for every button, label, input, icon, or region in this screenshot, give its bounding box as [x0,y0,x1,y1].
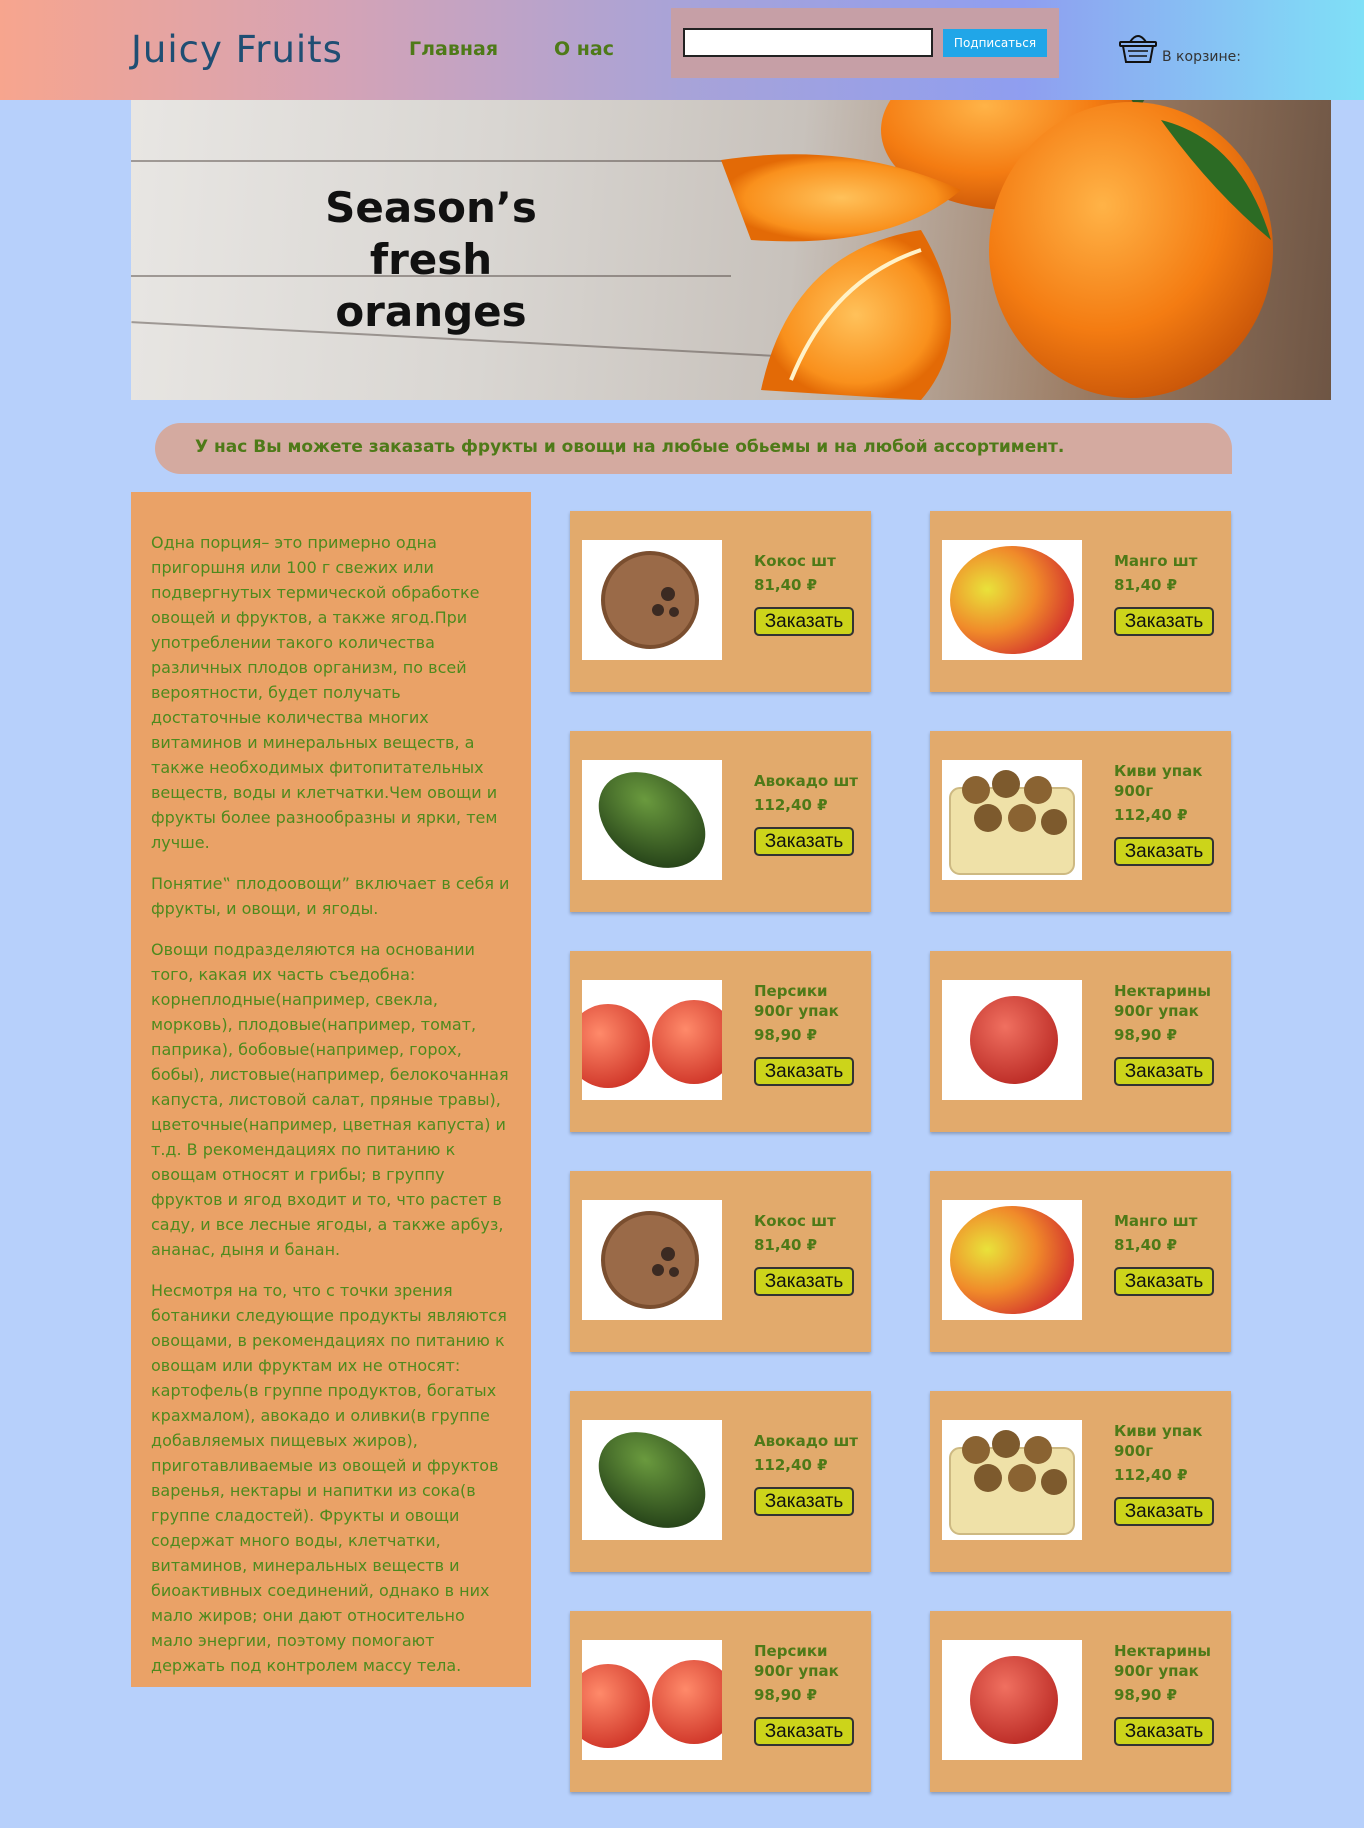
order-button[interactable]: Заказать [754,607,854,636]
peaches-icon [582,1000,722,1088]
product-price: 112,40 ₽ [1114,806,1188,824]
kiwi-icon [949,1430,1075,1535]
product-name: Нектарины 900г упак [1114,982,1211,1020]
hero-banner: Season’s fresh oranges [131,100,1331,400]
product-name: Персики 900г упак [754,1642,839,1680]
product-card: Манго шт 81,40 ₽ Заказать [930,511,1231,692]
product-card: Нектарины 900г упак 98,90 ₽ Заказать [930,1611,1231,1792]
avocado-icon [598,1432,706,1528]
basket-icon[interactable] [1118,30,1158,64]
site-logo[interactable]: Juicy Fruits [131,28,343,71]
product-card: Персики 900г упак 98,90 ₽ Заказать [570,1611,871,1792]
product-card: Киви упак 900г 112,40 ₽ Заказать [930,731,1231,912]
product-card: Персики 900г упак 98,90 ₽ Заказать [570,951,871,1132]
product-name: Персики 900г упак [754,982,839,1020]
product-price: 81,40 ₽ [754,576,818,594]
order-button[interactable]: Заказать [1114,1057,1214,1086]
product-image [582,980,722,1100]
order-button[interactable]: Заказать [1114,837,1214,866]
product-price: 98,90 ₽ [1114,1026,1178,1044]
info-strip: У нас Вы можете заказать фрукты и овощи … [155,423,1232,474]
peaches-icon [582,1660,722,1748]
banner-title-line1: Season’s [325,183,537,232]
subscribe-email-input[interactable] [683,28,933,57]
avocado-icon [598,772,706,868]
banner-title: Season’s fresh oranges [281,182,581,338]
product-price: 98,90 ₽ [1114,1686,1178,1704]
nav-home-link[interactable]: Главная [409,38,498,60]
product-price: 112,40 ₽ [754,796,828,814]
product-price: 112,40 ₽ [1114,1466,1188,1484]
product-image [942,760,1082,880]
order-button[interactable]: Заказать [1114,607,1214,636]
kiwi-icon [949,770,1075,875]
cart-label[interactable]: В корзине: [1162,49,1241,65]
info-strip-text: У нас Вы можете заказать фрукты и овощи … [195,437,1065,457]
order-button[interactable]: Заказать [754,1717,854,1746]
product-image [582,760,722,880]
order-button[interactable]: Заказать [1114,1497,1214,1526]
product-card: Манго шт 81,40 ₽ Заказать [930,1171,1231,1352]
product-price: 98,90 ₽ [754,1026,818,1044]
product-name: Киви упак 900г [1114,1422,1203,1460]
product-card: Кокос шт 81,40 ₽ Заказать [570,1171,871,1352]
article-paragraph: Несмотря на то, что с точки зрения ботан… [151,1281,507,1675]
nectarine-icon [970,996,1058,1084]
order-button[interactable]: Заказать [754,1267,854,1296]
order-button[interactable]: Заказать [1114,1717,1214,1746]
product-name: Манго шт [1114,552,1198,570]
subscribe-form: Подписаться [671,8,1059,78]
nectarine-icon [970,1656,1058,1744]
order-button[interactable]: Заказать [754,1487,854,1516]
product-price: 81,40 ₽ [1114,576,1178,594]
product-card: Киви упак 900г 112,40 ₽ Заказать [930,1391,1231,1572]
coconut-icon [601,1211,699,1309]
product-name: Авокадо шт [754,772,858,790]
product-image [942,1640,1082,1760]
product-image [942,1420,1082,1540]
product-price: 81,40 ₽ [1114,1236,1178,1254]
product-name: Кокос шт [754,552,836,570]
product-card: Нектарины 900г упак 98,90 ₽ Заказать [930,951,1231,1132]
product-price: 98,90 ₽ [754,1686,818,1704]
product-name: Нектарины 900г упак [1114,1642,1211,1680]
order-button[interactable]: Заказать [754,827,854,856]
article-paragraph: Одна порция– это примерно одна пригоршня… [151,533,498,852]
product-image [942,540,1082,660]
article-panel: Одна порция– это примерно одна пригоршня… [131,492,531,1687]
product-price: 112,40 ₽ [754,1456,828,1474]
product-image [582,1640,722,1760]
site-header: Juicy Fruits Главная О нас Подписаться В… [0,0,1364,100]
product-name: Манго шт [1114,1212,1198,1230]
mango-icon [950,1206,1074,1314]
article-paragraph: Понятие‟ плодоовощи” включает в себя и ф… [151,874,510,918]
nav-about-link[interactable]: О нас [554,38,614,60]
product-price: 81,40 ₽ [754,1236,818,1254]
order-button[interactable]: Заказать [754,1057,854,1086]
product-image [582,1420,722,1540]
product-name: Киви упак 900г [1114,762,1203,800]
product-image [582,1200,722,1320]
banner-title-line2: fresh oranges [335,235,527,336]
product-image [582,540,722,660]
product-card: Авокадо шт 112,40 ₽ Заказать [570,1391,871,1572]
product-image [942,1200,1082,1320]
product-name: Кокос шт [754,1212,836,1230]
product-name: Авокадо шт [754,1432,858,1450]
product-card: Авокадо шт 112,40 ₽ Заказать [570,731,871,912]
product-card: Кокос шт 81,40 ₽ Заказать [570,511,871,692]
mango-icon [950,546,1074,654]
article-paragraph: Овощи подразделяются на основании того, … [151,940,509,1259]
subscribe-button[interactable]: Подписаться [943,29,1047,57]
coconut-icon [601,551,699,649]
product-image [942,980,1082,1100]
order-button[interactable]: Заказать [1114,1267,1214,1296]
